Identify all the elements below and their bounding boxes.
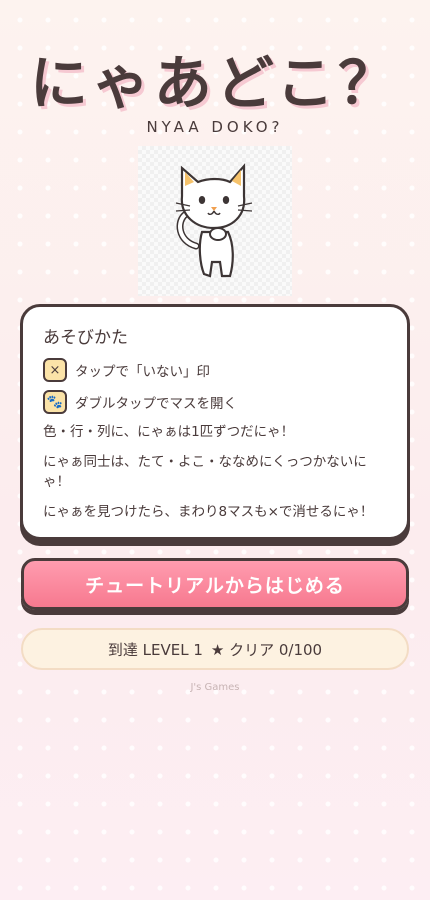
rule-text: 色・行・列に、にゃぁは1匹ずつだにゃ！ <box>43 424 295 440</box>
instruction-double-tap-label: ダブルタップでマスを開く <box>75 396 237 412</box>
cat-illustration <box>138 146 292 296</box>
instruction-tap: × タップで「いない」印 <box>43 358 387 382</box>
clear-count-label: ★ クリア 0/100 <box>210 640 323 659</box>
paw-icon: 🐾 <box>43 390 67 414</box>
how-to-play-card: あそびかた × タップで「いない」印 🐾 ダブルタップでマスを開く 色・行・列に… <box>20 304 410 540</box>
x-mark-icon: × <box>43 358 67 382</box>
cat-icon <box>175 163 253 278</box>
start-tutorial-button[interactable]: チュートリアルからはじめる <box>21 558 409 610</box>
footer-credit: J's Games <box>190 682 240 693</box>
instruction-tap-label: タップで「いない」印 <box>75 364 210 380</box>
game-title: にゃあどこ？ <box>29 49 401 117</box>
how-to-play-title: あそびかた <box>43 328 128 348</box>
rule-text: にゃぁ同士は、たて・よこ・ななめにくっつかないにゃ！ <box>43 454 367 490</box>
instruction-double-tap: 🐾 ダブルタップでマスを開く <box>43 390 387 414</box>
level-label: 到達 LEVEL 1 <box>107 640 203 659</box>
game-subtitle: NYAA DOKO? <box>146 118 284 136</box>
rule-text: にゃぁを見つけたら、まわり8マスも×で消せるにゃ！ <box>43 504 374 520</box>
progress-badge: 到達 LEVEL 1 ★ クリア 0/100 <box>21 628 409 670</box>
